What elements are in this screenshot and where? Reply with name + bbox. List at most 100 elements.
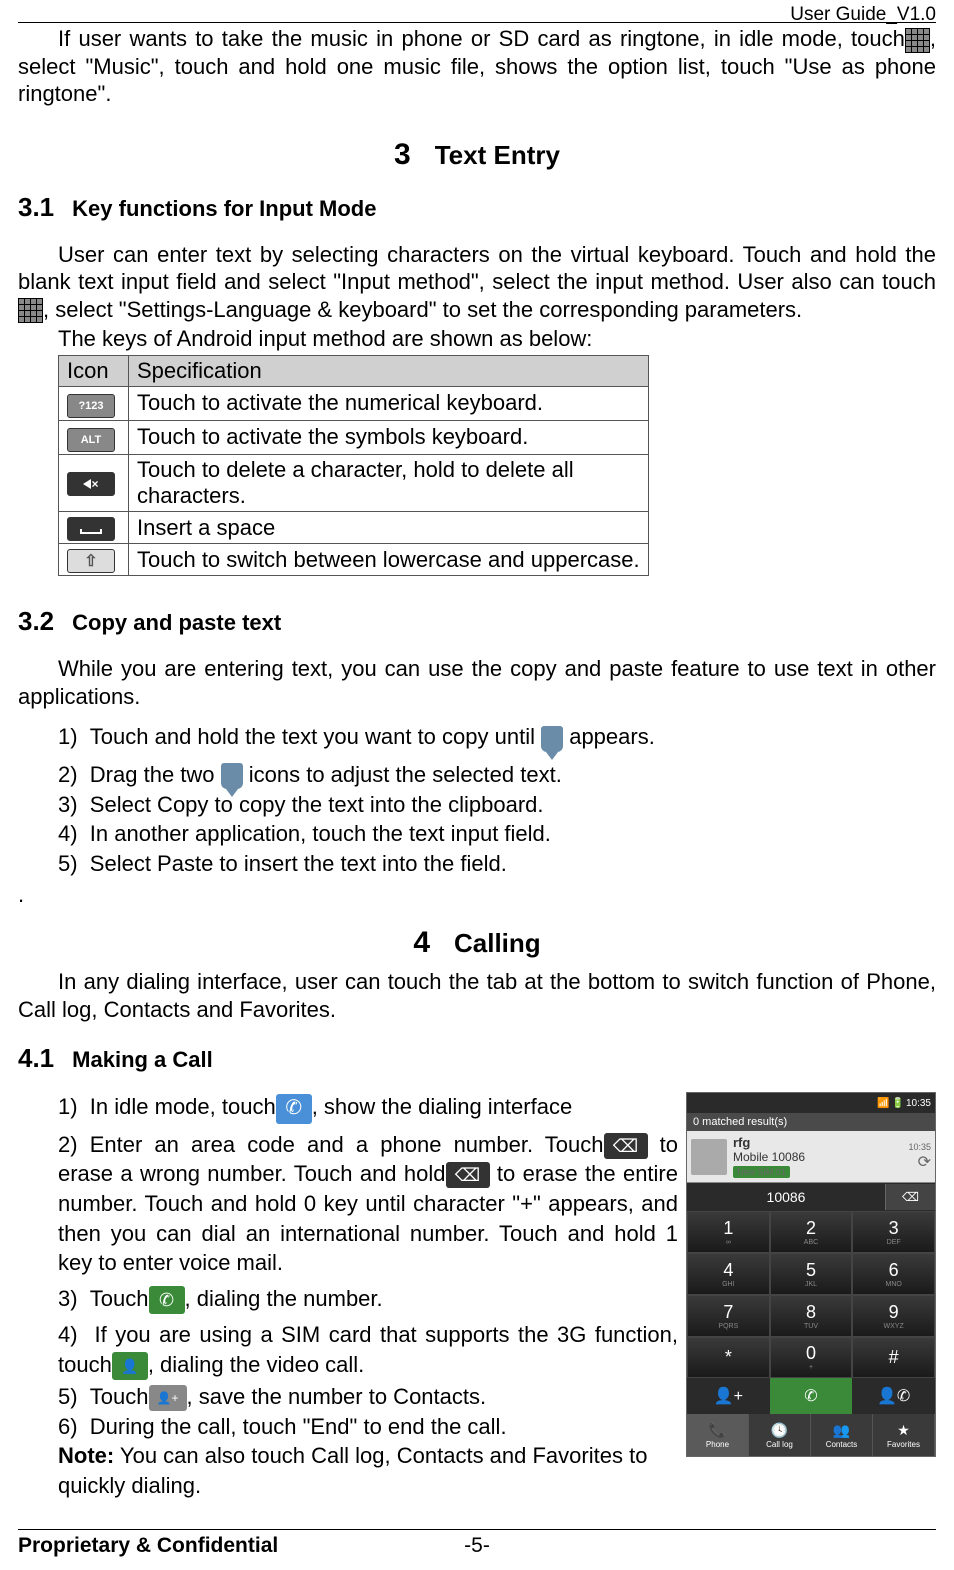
tab-calllog[interactable]: 🕓Call log — [749, 1414, 811, 1456]
footer-right — [630, 1534, 936, 1558]
status-time: 10:35 — [906, 1098, 931, 1109]
s32-para: While you are entering text, you can use… — [18, 655, 936, 710]
cs4-after: , dialing the video call. — [148, 1352, 364, 1377]
section-3-1-title: Key functions for Input Mode — [72, 196, 376, 221]
cs3-num: 3) — [58, 1286, 78, 1311]
video-call-icon — [112, 1352, 148, 1380]
contact-name: rfg — [733, 1135, 908, 1150]
sim-badge: New SIM 01 — [733, 1166, 790, 1178]
tab-contacts-label: Contacts — [826, 1440, 858, 1449]
tab-phone[interactable]: 📞Phone — [687, 1414, 749, 1456]
step-3-text: Select Copy to copy the text into the cl… — [90, 792, 544, 817]
key-star[interactable]: * — [687, 1337, 770, 1379]
cs1-before: In idle mode, touch — [90, 1094, 276, 1119]
text-marker-icon — [221, 763, 243, 789]
tab-favorites[interactable]: ★Favorites — [873, 1414, 935, 1456]
key-4[interactable]: 4GHI — [687, 1253, 770, 1295]
step-1-num: 1) — [58, 724, 78, 749]
step-2-before: Drag the two — [90, 762, 221, 787]
section-3-1-heading: 3.1 Key functions for Input Mode — [18, 192, 936, 223]
refresh-icon[interactable]: ⟳ — [908, 1152, 931, 1172]
key-8[interactable]: 8TUV — [770, 1295, 853, 1337]
avatar — [691, 1139, 727, 1175]
step-4-text: In another application, touch the text i… — [90, 821, 551, 846]
tab-contacts[interactable]: 👥Contacts — [811, 1414, 873, 1456]
spec-numeric: Touch to activate the numerical keyboard… — [129, 386, 649, 420]
ringtone-text-1: If user wants to take the music in phone… — [58, 26, 905, 51]
cs2-p1: Enter an area code and a phone number. T… — [90, 1132, 604, 1157]
contact-number: Mobile 10086 — [733, 1150, 908, 1164]
chapter-3-heading: 3 Text Entry — [18, 138, 936, 172]
step-4: 4) In another application, touch the tex… — [58, 819, 936, 849]
text-marker-icon — [541, 726, 563, 752]
call-step-4: 4) If you are using a SIM card that supp… — [18, 1320, 678, 1380]
step-1: 1) Touch and hold the text you want to c… — [58, 722, 936, 752]
icon-cell-space — [59, 511, 129, 544]
section-3-2-heading: 3.2Copy and paste text — [18, 606, 936, 637]
chapter-4-title: Calling — [454, 928, 541, 958]
status-bar: 📶🔋10:35 — [687, 1093, 935, 1113]
section-4-1-heading: 4.1Making a Call — [18, 1043, 936, 1074]
icon-cell-shift — [59, 544, 129, 576]
step-3: 3) Select Copy to copy the text into the… — [58, 790, 936, 820]
action-row: 👤+ ✆ 👤✆ — [687, 1378, 935, 1414]
call-step-2: 2) Enter an area code and a phone number… — [58, 1130, 678, 1278]
key-1[interactable]: 1∞ — [687, 1211, 770, 1253]
key-0[interactable]: 0+ — [770, 1337, 853, 1379]
erase-icon — [446, 1162, 490, 1188]
cs5-after: , save the number to Contacts. — [187, 1384, 487, 1409]
spec-space: Insert a space — [129, 511, 649, 544]
note-label: Note: — [58, 1443, 114, 1468]
cs6-num: 6) — [58, 1414, 78, 1439]
cs1-after: , show the dialing interface — [312, 1094, 573, 1119]
numeric-key-icon: ?123 — [67, 394, 115, 418]
shift-key-icon — [67, 549, 115, 573]
section-3-1-number: 3.1 — [18, 192, 54, 222]
cs5-before: Touch — [90, 1384, 149, 1409]
calling-steps: 1) In idle mode, touch, show the dialing… — [58, 1092, 678, 1500]
key-6[interactable]: 6MNO — [852, 1253, 935, 1295]
erase-icon — [604, 1133, 648, 1159]
step-4-num: 4) — [58, 821, 78, 846]
add-contact-action[interactable]: 👤+ — [687, 1378, 770, 1414]
s31-para-before: User can enter text by selecting charact… — [18, 242, 936, 295]
dial-action[interactable]: ✆ — [770, 1378, 853, 1414]
step-5-num: 5) — [58, 851, 78, 876]
ch4-intro: In any dialing interface, user can touch… — [18, 968, 936, 1023]
key-5[interactable]: 5JKL — [770, 1253, 853, 1295]
page-footer: Proprietary & Confidential -5- — [18, 1529, 936, 1558]
backspace-key-icon — [67, 472, 115, 496]
footer-left: Proprietary & Confidential — [18, 1534, 324, 1558]
key-2[interactable]: 2ABC — [770, 1211, 853, 1253]
key-9[interactable]: 9WXYZ — [852, 1295, 935, 1337]
cs2-num: 2) — [58, 1132, 78, 1157]
section-3-1-para: User can enter text by selecting charact… — [18, 241, 936, 324]
icon-cell-numeric: ?123 — [59, 386, 129, 420]
step-5: 5) Select Paste to insert the text into … — [58, 849, 936, 879]
ringtone-paragraph: If user wants to take the music in phone… — [18, 25, 936, 108]
step-1-after: appears. — [563, 724, 655, 749]
cs3-before: Touch — [90, 1286, 149, 1311]
step-2-num: 2) — [58, 762, 78, 787]
key-7[interactable]: 7PQRS — [687, 1295, 770, 1337]
step-2-after: icons to adjust the selected text. — [243, 762, 562, 787]
key-3[interactable]: 3DEF — [852, 1211, 935, 1253]
dialer-backspace[interactable]: ⌫ — [885, 1184, 935, 1210]
section-3-2-number: 3.2 — [18, 606, 54, 636]
doc-title: User Guide_V1.0 — [790, 4, 936, 26]
chapter-3-number: 3 — [394, 138, 411, 171]
cs5-num: 5) — [58, 1384, 78, 1409]
stray-dot: . — [18, 881, 936, 909]
step-5-text: Select Paste to insert the text into the… — [90, 851, 507, 876]
s31-para-after: , select "Settings-Language & keyboard" … — [43, 297, 802, 322]
video-action[interactable]: 👤✆ — [852, 1378, 935, 1414]
key-hash[interactable]: # — [852, 1337, 935, 1379]
contact-info: rfg Mobile 10086 New SIM 01 — [733, 1135, 908, 1178]
spec-backspace: Touch to delete a character, hold to del… — [129, 454, 649, 511]
contact-row[interactable]: rfg Mobile 10086 New SIM 01 10:35 ⟳ — [687, 1131, 935, 1183]
tab-favorites-label: Favorites — [887, 1440, 920, 1449]
th-spec: Specification — [129, 355, 649, 386]
keypad: 1∞ 2ABC 3DEF 4GHI 5JKL 6MNO 7PQRS 8TUV 9… — [687, 1211, 935, 1378]
contact-time: 10:35 — [908, 1142, 931, 1152]
chapter-3-title: Text Entry — [435, 140, 560, 170]
